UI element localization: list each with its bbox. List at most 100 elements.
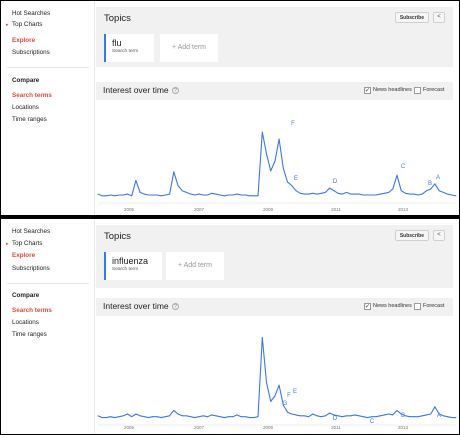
data-point [139, 191, 141, 193]
data-point [190, 416, 192, 418]
data-point [127, 413, 128, 415]
news-headlines-checkbox[interactable]: ✓ [364, 303, 371, 310]
search-term-card[interactable]: influenza Search term [104, 252, 162, 280]
data-point [219, 416, 221, 418]
news-annotation-d[interactable]: D [333, 416, 338, 422]
data-point [367, 417, 369, 419]
news-annotation-b[interactable]: B [428, 181, 432, 187]
trends-panel-influenza: Hot Searches ▸ Top Charts Explore Subscr… [0, 218, 460, 435]
compare-locations[interactable]: Locations [12, 104, 39, 111]
data-point [333, 190, 335, 192]
data-point [148, 194, 149, 196]
sidebar-item-top-charts[interactable]: Top Charts [12, 21, 42, 28]
compare-search-terms[interactable]: Search terms [12, 92, 52, 99]
data-point [177, 413, 179, 415]
data-point [409, 416, 411, 418]
data-point [354, 193, 356, 195]
data-point [409, 193, 411, 195]
sidebar-item-hot-searches[interactable]: Hot Searches [12, 228, 50, 235]
data-point [173, 409, 175, 411]
help-icon[interactable]: ? [172, 303, 179, 310]
sidebar-item-subscriptions[interactable]: Subscriptions [12, 49, 50, 56]
compare-time-ranges[interactable]: Time ranges [12, 116, 47, 123]
data-point [346, 415, 347, 417]
data-point [236, 193, 238, 195]
news-annotation-a[interactable]: A [436, 175, 440, 181]
data-point [358, 415, 360, 417]
data-point [114, 195, 116, 197]
sidebar-item-top-charts[interactable]: Top Charts [12, 240, 42, 247]
interest-title: Interest over time [103, 85, 169, 95]
add-term-button[interactable]: + Add term [160, 34, 218, 62]
data-point [392, 414, 394, 416]
search-term-card[interactable]: flu Search term [104, 34, 154, 62]
data-point [127, 193, 128, 195]
data-point [299, 192, 301, 194]
data-point [156, 416, 158, 418]
data-point [257, 416, 259, 418]
topics-title: Topics [104, 13, 131, 24]
sidebar-divider [7, 283, 89, 284]
term-name: flu [112, 38, 122, 48]
news-annotation-c[interactable]: C [401, 164, 406, 170]
data-point [181, 415, 183, 417]
subscribe-button[interactable]: Subscribe [394, 230, 429, 241]
news-annotation-f[interactable]: F [291, 121, 295, 127]
news-headlines-checkbox[interactable]: ✓ [364, 87, 371, 94]
data-point [371, 194, 373, 196]
data-point [173, 171, 175, 173]
x-tick-label: 2013 [398, 207, 409, 212]
data-point [143, 416, 145, 418]
sidebar-item-explore[interactable]: Explore [12, 252, 35, 259]
sidebar-item-hot-searches[interactable]: Hot Searches [12, 10, 50, 17]
compare-search-terms[interactable]: Search terms [12, 307, 52, 314]
data-point [156, 194, 158, 196]
data-point [266, 153, 267, 155]
x-tick-label: 2009 [263, 425, 274, 430]
data-point [362, 194, 364, 196]
news-annotation-e[interactable]: E [293, 389, 297, 395]
data-point [451, 194, 453, 196]
forecast-checkbox[interactable] [414, 87, 421, 94]
news-annotation-e[interactable]: E [294, 176, 298, 182]
news-annotation-f[interactable]: F [287, 393, 291, 399]
data-point [350, 415, 352, 417]
data-point [329, 412, 331, 414]
data-point [291, 413, 293, 415]
x-tick-label: 2005 [124, 207, 135, 212]
news-annotation-a[interactable]: A [437, 413, 441, 419]
data-point [455, 417, 457, 419]
data-point [190, 193, 192, 195]
data-point [354, 414, 356, 416]
data-point [375, 194, 377, 196]
data-point [194, 194, 196, 196]
data-point [135, 413, 137, 415]
sidebar-item-explore[interactable]: Explore [12, 37, 35, 44]
compare-time-ranges[interactable]: Time ranges [12, 331, 47, 338]
data-point [164, 416, 166, 418]
data-point [118, 416, 120, 418]
data-point [185, 415, 187, 417]
data-point [426, 414, 427, 416]
interest-chart: 2005 2007 2009 2011 2013 GFE D C B A [97, 336, 457, 430]
data-point [324, 415, 326, 417]
sidebar-item-subscriptions[interactable]: Subscriptions [12, 265, 50, 272]
share-icon[interactable]: < [433, 12, 445, 23]
news-annotation-g[interactable]: G [283, 401, 288, 407]
forecast-checkbox[interactable] [414, 303, 421, 310]
subscribe-button[interactable]: Subscribe [394, 12, 429, 23]
news-annotation-b[interactable]: B [401, 413, 405, 419]
news-annotation-c[interactable]: C [370, 419, 375, 425]
data-point [114, 417, 116, 419]
share-icon[interactable]: < [433, 230, 445, 241]
interest-header: Interest over time ? ✓ News headlines Fo… [96, 82, 453, 100]
help-icon[interactable]: ? [172, 87, 179, 94]
x-tick-label: 2009 [263, 207, 274, 212]
data-point [396, 174, 398, 176]
data-point [417, 416, 419, 418]
news-annotation-d[interactable]: D [333, 179, 338, 185]
data-point [455, 195, 457, 197]
compare-locations[interactable]: Locations [12, 319, 39, 326]
add-term-button[interactable]: + Add term [166, 252, 224, 280]
term-type: Search term [112, 267, 139, 272]
